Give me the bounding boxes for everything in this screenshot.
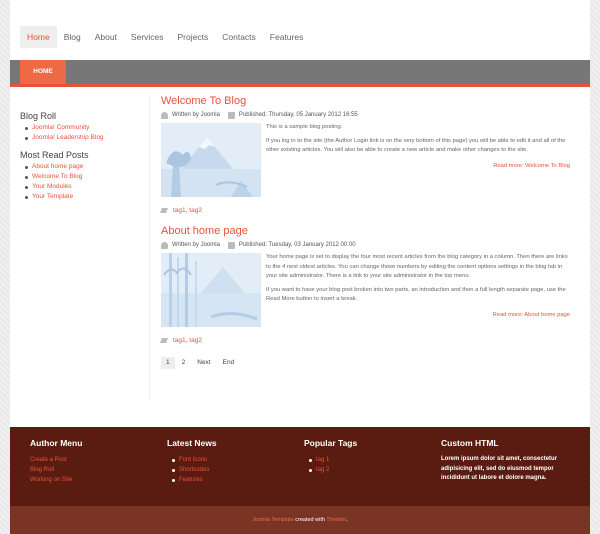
article-paragraph: This is a sample blog posting.: [266, 124, 343, 130]
article-date: Published: Tuesday, 03 January 2012 00:0…: [238, 242, 356, 248]
article-paragraph: If you want to have your blog post broke…: [266, 286, 566, 303]
article-image: [161, 123, 261, 197]
most-read-link[interactable]: Welcome To Blog: [32, 173, 82, 180]
user-icon: [161, 241, 168, 249]
footer-tag-link[interactable]: tag 2: [316, 467, 329, 473]
nav-item-about[interactable]: About: [88, 26, 124, 48]
footer-tag-link[interactable]: tag 1: [316, 457, 329, 463]
next-page-button[interactable]: Next: [192, 357, 215, 369]
most-read-link[interactable]: Your Template: [32, 193, 73, 200]
article-title[interactable]: About home page: [161, 225, 570, 237]
tag-link[interactable]: tag2: [189, 337, 202, 344]
breadcrumb-home[interactable]: HOME: [20, 60, 66, 84]
nav-item-services[interactable]: Services: [124, 26, 171, 48]
tag-icon: [160, 207, 168, 213]
footer-link[interactable]: Create a Post: [30, 457, 67, 463]
template-link[interactable]: Joomla Template: [252, 517, 293, 523]
article-meta: Written by Joomla Published: Thursday, 0…: [161, 110, 570, 120]
article: Welcome To Blog Written by Joomla Publis…: [160, 95, 570, 215]
page: Home Blog About Services Projects Contac…: [10, 0, 590, 534]
copyright-text: created with: [293, 517, 327, 523]
last-page-button[interactable]: End: [218, 357, 240, 369]
top-nav: Home Blog About Services Projects Contac…: [10, 0, 590, 60]
list-item[interactable]: Welcome To Blog: [20, 172, 149, 182]
themler-link[interactable]: Themler: [326, 517, 346, 523]
nav-item-contacts[interactable]: Contacts: [215, 26, 263, 48]
nav-item-home[interactable]: Home: [20, 26, 57, 48]
breadcrumb-bar: HOME: [10, 60, 590, 87]
article: About home page Written by Joomla Publis…: [160, 225, 570, 345]
page-1-button[interactable]: 1: [161, 357, 175, 369]
footer-custom-html: Custom HTML Lorem ipsum dolor sit amet, …: [441, 438, 578, 506]
tag-link[interactable]: tag2: [189, 207, 202, 214]
footer-author-menu: Author Menu Create a Post Blog Roll Work…: [30, 438, 167, 506]
copyright-bar: Joomla Template created with Themler.: [10, 506, 590, 534]
footer-link[interactable]: Features: [179, 477, 203, 483]
article-meta: Written by Joomla Published: Tuesday, 03…: [161, 240, 570, 250]
footer: Author Menu Create a Post Blog Roll Work…: [10, 427, 590, 506]
footer-link[interactable]: Shortcodes: [179, 467, 209, 473]
tag-icon: [160, 337, 168, 343]
most-read-title: Most Read Posts: [20, 150, 89, 160]
footer-heading: Popular Tags: [304, 438, 358, 448]
nav-item-features[interactable]: Features: [263, 26, 311, 48]
list-item[interactable]: Your Template: [20, 192, 149, 202]
calendar-icon: [227, 111, 235, 119]
most-read-link[interactable]: Your Modules: [32, 183, 72, 190]
page-2-button[interactable]: 2: [177, 357, 191, 369]
footer-latest-news: Latest News Font Icons Shortcodes Featur…: [167, 438, 304, 506]
blog-roll-link[interactable]: Joomla! Leadership Blog: [32, 134, 104, 141]
article-paragraph: Your home page is set to display the fou…: [266, 254, 568, 279]
pagination: 1 2 Next End: [161, 357, 570, 369]
user-icon: [161, 111, 168, 119]
list-item[interactable]: About home page: [20, 162, 149, 172]
sidebar: Blog Roll Joomla! Community Joomla! Lead…: [10, 95, 150, 400]
calendar-icon: [227, 241, 235, 249]
footer-heading: Author Menu: [30, 438, 83, 448]
article-tags: tag1, tag2: [160, 335, 570, 345]
blog-roll-link[interactable]: Joomla! Community: [32, 124, 89, 131]
tag-link[interactable]: tag1: [173, 337, 186, 344]
list-item[interactable]: Joomla! Leadership Blog: [20, 133, 149, 143]
footer-popular-tags: Popular Tags tag 1 tag 2: [304, 438, 441, 506]
nav-item-projects[interactable]: Projects: [171, 26, 216, 48]
article-title[interactable]: Welcome To Blog: [161, 95, 570, 107]
article-image: [161, 253, 261, 327]
footer-link[interactable]: Blog Roll: [30, 467, 54, 473]
article-author: Written by Joomla: [172, 242, 220, 248]
read-more-link[interactable]: Read more: About home page: [493, 312, 570, 318]
article-date: Published: Thursday, 05 January 2012 16:…: [238, 112, 358, 118]
most-read-list: About home page Welcome To Blog Your Mod…: [20, 162, 149, 202]
footer-heading: Custom HTML: [441, 438, 499, 448]
list-item[interactable]: Joomla! Community: [20, 123, 149, 133]
content-area: Blog Roll Joomla! Community Joomla! Lead…: [10, 87, 590, 400]
most-read-link[interactable]: About home page: [32, 163, 83, 170]
footer-heading: Latest News: [167, 438, 217, 448]
read-more-link[interactable]: Read more: Welcome To Blog: [493, 163, 570, 169]
list-item[interactable]: Your Modules: [20, 182, 149, 192]
footer-custom-text: Lorem ipsum dolor sit amet, consectetur …: [441, 456, 558, 481]
nav-item-blog[interactable]: Blog: [57, 26, 88, 48]
main-column: Welcome To Blog Written by Joomla Publis…: [150, 95, 570, 400]
article-tags: tag1, tag2: [160, 205, 570, 215]
article-author: Written by Joomla: [172, 112, 220, 118]
footer-link[interactable]: Working on Site: [30, 477, 72, 483]
article-paragraph: If you log in to the site (the Author Lo…: [266, 137, 566, 154]
blog-roll-title: Blog Roll: [20, 111, 57, 121]
footer-link[interactable]: Font Icons: [179, 457, 207, 463]
blog-roll-list: Joomla! Community Joomla! Leadership Blo…: [20, 123, 149, 143]
tag-link[interactable]: tag1: [173, 207, 186, 214]
